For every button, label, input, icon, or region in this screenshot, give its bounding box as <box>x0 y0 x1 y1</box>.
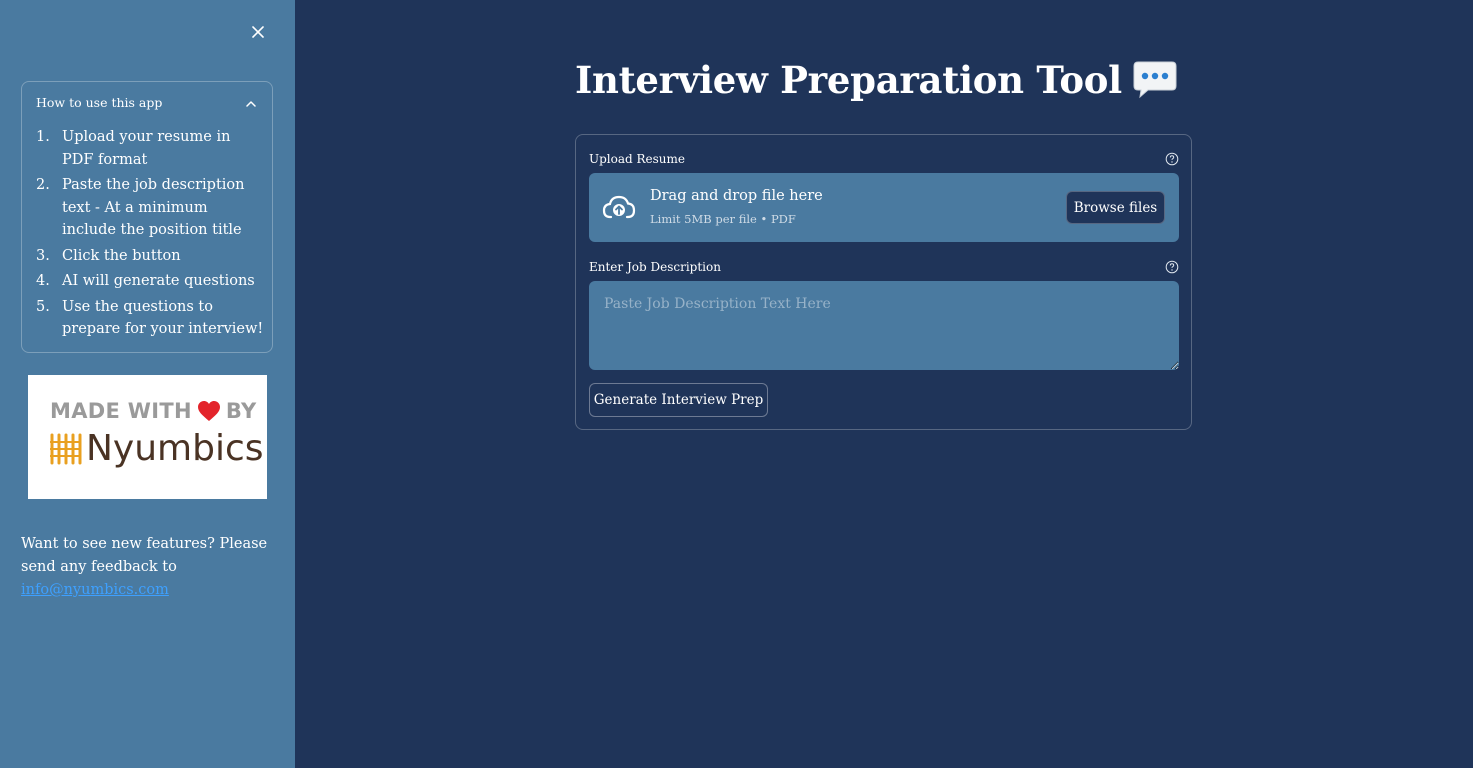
list-item: 3. Click the button <box>36 247 181 264</box>
list-item: 5. Use the questions to prepare for your … <box>36 298 264 338</box>
help-icon[interactable] <box>1165 152 1179 166</box>
logo-brand-name: Nyumbics <box>86 428 264 469</box>
job-description-label: Enter Job Description <box>589 260 721 274</box>
close-sidebar-button[interactable] <box>247 21 269 43</box>
speech-bubble-icon <box>1133 61 1177 99</box>
feedback-email-link[interactable]: info@nyumbics.com <box>21 582 169 598</box>
expander-title: How to use this app <box>36 95 163 110</box>
browse-files-button[interactable]: Browse files <box>1066 191 1165 224</box>
logo-by-text: BY <box>225 399 257 423</box>
dropzone-title: Drag and drop file here <box>650 188 823 204</box>
generate-interview-prep-button[interactable]: Generate Interview Prep <box>589 383 768 417</box>
cloud-upload-icon <box>602 195 636 219</box>
help-icon[interactable] <box>1165 260 1179 274</box>
list-item: 4. AI will generate questions <box>36 273 255 289</box>
logo-made-with-text: MADE WITH <box>50 399 192 423</box>
made-with-love-logo: MADE WITH BY Nyumbics <box>28 375 267 499</box>
expander-header[interactable]: How to use this app <box>22 82 272 124</box>
list-item: 1. Upload your resume in PDF format <box>36 129 231 168</box>
list-item: 2. Paste the job description text - At a … <box>36 177 245 238</box>
instructions-list: 1. Upload your resume in PDF format 2. Pas… <box>36 126 266 344</box>
page-title: Interview Preparation Tool <box>575 58 1178 102</box>
close-icon <box>252 26 264 38</box>
heart-icon <box>197 401 220 421</box>
job-description-input[interactable] <box>589 281 1179 370</box>
nyumbics-mark-icon <box>50 433 82 465</box>
prep-form: Upload Resume Drag and drop file here Li… <box>575 134 1192 430</box>
chevron-up-icon <box>246 101 256 107</box>
how-to-use-expander: How to use this app 1. Upload your resume… <box>21 81 273 353</box>
file-dropzone[interactable]: Drag and drop file here Limit 5MB per fi… <box>589 173 1179 242</box>
feedback-text: Want to see new features? Please send an… <box>21 536 268 598</box>
dropzone-limit: Limit 5MB per file • PDF <box>650 212 796 226</box>
sidebar: How to use this app 1. Upload your resume… <box>0 0 295 768</box>
upload-resume-label: Upload Resume <box>589 152 686 166</box>
